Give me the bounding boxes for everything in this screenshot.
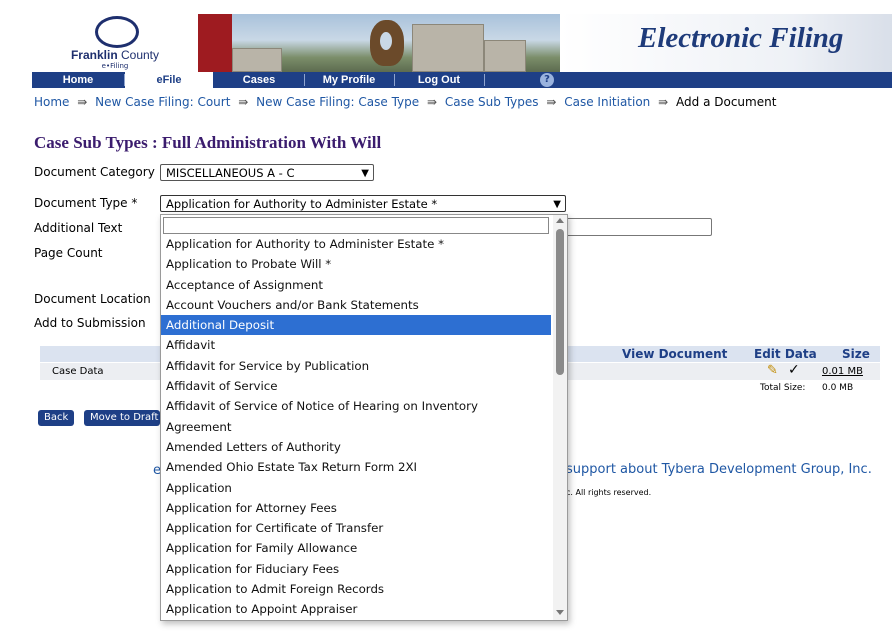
col-edit-data: Edit Data <box>754 347 817 361</box>
dropdown-option[interactable]: Application for Fiduciary Fees <box>161 559 551 579</box>
dropdown-option[interactable]: Account Vouchers and/or Bank Statements <box>161 295 551 315</box>
dropdown-option[interactable]: Application for Authority to Administer … <box>161 234 551 254</box>
breadcrumb-case-sub-types[interactable]: Case Sub Types <box>445 95 539 109</box>
dropdown-option[interactable]: Application for Attorney Fees <box>161 498 551 518</box>
dropdown-option[interactable]: Application to Appoint Appraiser <box>161 599 551 619</box>
dropdown-option[interactable]: Agreement <box>161 417 551 437</box>
banner-red-accent <box>198 14 232 72</box>
document-type-dropdown-list[interactable]: Application for Authority to Administer … <box>160 214 568 621</box>
logo-subtitle: e•Filing <box>101 62 129 70</box>
row-label: Case Data <box>52 366 104 377</box>
back-button[interactable]: Back <box>38 410 75 426</box>
dropdown-filter-box[interactable] <box>163 217 549 234</box>
breadcrumb-case-initiation[interactable]: Case Initiation <box>564 95 650 109</box>
document-location-label: Document Location <box>34 292 151 306</box>
breadcrumb-home[interactable]: Home <box>34 95 69 109</box>
additional-text-label: Additional Text <box>34 221 123 235</box>
scroll-down-icon[interactable] <box>556 610 564 615</box>
add-to-submission-label: Add to Submission <box>34 316 146 330</box>
dropdown-option[interactable]: Application for Family Allowance <box>161 538 551 558</box>
main-nav: Home eFile Cases My Profile Log Out ? <box>32 72 892 88</box>
nav-cases[interactable]: Cases <box>215 72 303 88</box>
dropdown-option[interactable]: Affidavit of Service <box>161 376 551 396</box>
dropdown-option[interactable]: Application <box>161 478 551 498</box>
document-category-label: Document Category <box>34 165 155 179</box>
dropdown-option[interactable]: Application to Probate Will * <box>161 254 551 274</box>
footer-copyright: c. All rights reserved. <box>566 488 652 497</box>
additional-text-input[interactable] <box>562 218 712 236</box>
document-type-select[interactable]: Application for Authority to Administer … <box>160 195 566 212</box>
dropdown-option[interactable]: Amended Ohio Estate Tax Return Form 2XI <box>161 457 551 477</box>
dropdown-option[interactable]: Amended Letters of Authority <box>161 437 551 457</box>
nav-my-profile[interactable]: My Profile <box>305 72 393 88</box>
nav-home[interactable]: Home <box>32 72 124 88</box>
banner-photo <box>232 14 562 72</box>
logo-name: Franklin County <box>70 48 160 62</box>
total-size-value: 0.0 MB <box>822 383 854 393</box>
logo-emblem-icon <box>95 16 139 48</box>
total-size-label: Total Size: <box>760 383 806 393</box>
row-size-link[interactable]: 0.01 MB <box>822 366 863 377</box>
dropdown-option[interactable]: Affidavit <box>161 335 551 355</box>
scroll-thumb[interactable] <box>556 229 564 375</box>
dropdown-option[interactable]: Affidavit of Service of Notice of Hearin… <box>161 396 551 416</box>
scroll-up-icon[interactable] <box>556 218 564 223</box>
breadcrumb-case-type[interactable]: New Case Filing: Case Type <box>256 95 419 109</box>
breadcrumb: Home ⇛ New Case Filing: Court ⇛ New Case… <box>34 95 777 109</box>
dropdown-options: Application for Authority to Administer … <box>161 234 551 620</box>
chevron-down-icon: ▼ <box>361 168 369 179</box>
page-count-label: Page Count <box>34 246 103 260</box>
nav-log-out[interactable]: Log Out <box>395 72 483 88</box>
dropdown-option[interactable]: Application to Admit Foreign Records <box>161 579 551 599</box>
dropdown-option[interactable]: Acceptance of Assignment <box>161 275 551 295</box>
move-to-draft-button[interactable]: Move to Draft <box>84 410 160 426</box>
edit-icon[interactable]: ✎ <box>767 363 778 378</box>
page-title: Case Sub Types : Full Administration Wit… <box>34 133 382 152</box>
help-icon[interactable]: ? <box>540 73 554 87</box>
breadcrumb-court[interactable]: New Case Filing: Court <box>95 95 230 109</box>
nav-efile[interactable]: eFile <box>125 72 213 88</box>
dropdown-option[interactable]: Affidavit for Service by Publication <box>161 356 551 376</box>
document-category-select[interactable]: MISCELLANEOUS A - C ▼ <box>160 164 374 181</box>
col-view-document: View Document <box>622 347 728 361</box>
dropdown-scrollbar[interactable] <box>553 215 567 620</box>
footer-links[interactable]: support about Tybera Development Group, … <box>566 462 872 477</box>
franklin-county-logo[interactable]: Franklin County e•Filing <box>60 14 170 70</box>
chevron-down-icon: ▼ <box>553 199 561 210</box>
breadcrumb-current: Add a Document <box>676 95 777 109</box>
checkmark-icon: ✓ <box>788 362 800 378</box>
document-type-label: Document Type * <box>34 196 138 210</box>
dropdown-option[interactable]: Additional Deposit <box>161 315 551 336</box>
col-size: Size <box>842 347 870 361</box>
dropdown-option[interactable]: Application for Certificate of Transfer <box>161 518 551 538</box>
banner-title: Electronic Filing <box>638 22 844 54</box>
header-banner: Franklin County e•Filing Electronic Fili… <box>0 0 892 72</box>
banner-title-area: Electronic Filing <box>560 14 892 72</box>
